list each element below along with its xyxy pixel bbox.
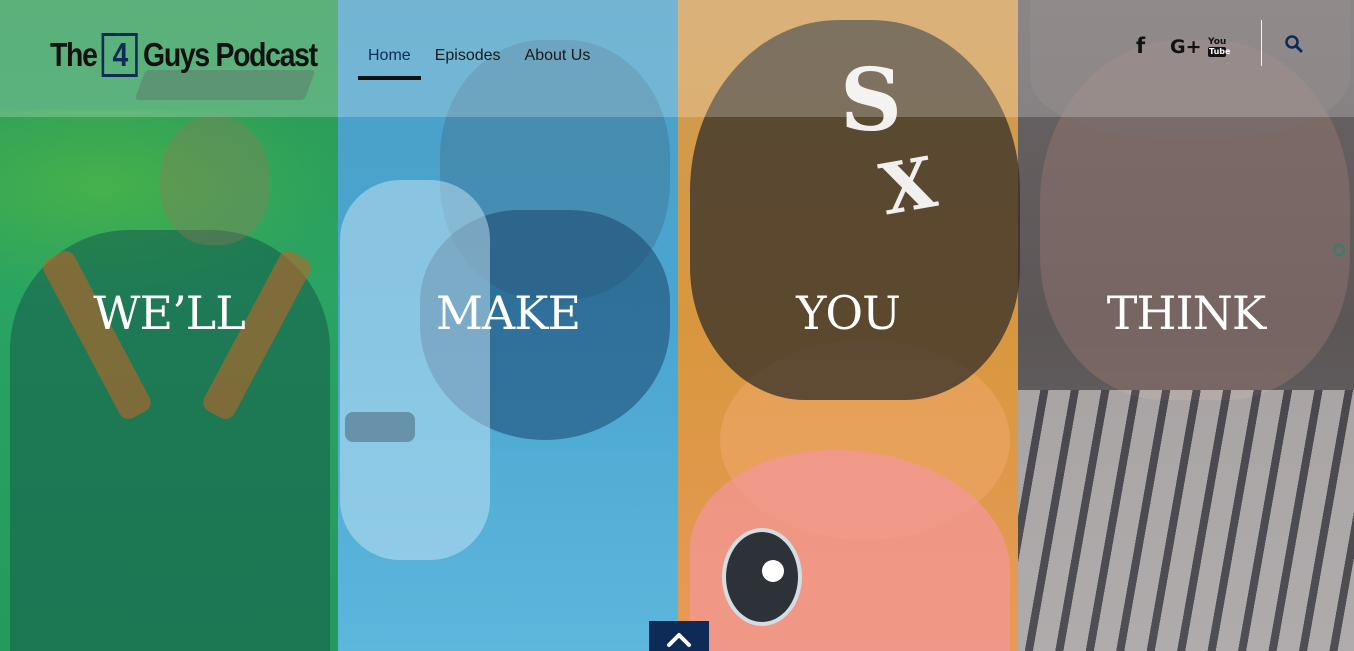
nav-item-episodes[interactable]: Episodes bbox=[425, 46, 511, 80]
photo-striped-shirt bbox=[1018, 390, 1354, 651]
google-plus-icon[interactable]: G+ bbox=[1170, 38, 1202, 57]
youtube-icon[interactable]: You Tube bbox=[1208, 37, 1231, 57]
scroll-to-top-button[interactable] bbox=[649, 621, 709, 651]
hero-word-4: THINK bbox=[1106, 286, 1267, 340]
photo-dog-collar bbox=[345, 412, 415, 442]
main-nav: Home Episodes About Us bbox=[358, 46, 604, 80]
side-indicator-dot[interactable] bbox=[1333, 244, 1345, 256]
nav-item-home[interactable]: Home bbox=[358, 46, 421, 80]
header-divider bbox=[1261, 20, 1262, 66]
hero-word-2: MAKE bbox=[435, 286, 581, 340]
logo-text-guys-podcast: Guys Podcast bbox=[143, 36, 318, 73]
chevron-up-icon bbox=[667, 633, 691, 647]
photo-graduate-head bbox=[160, 115, 270, 245]
hero-word-3: YOU bbox=[796, 286, 901, 340]
logo-number-box: 4 bbox=[101, 33, 138, 77]
youtube-icon-you: You bbox=[1208, 37, 1227, 47]
nav-item-about-us[interactable]: About Us bbox=[515, 46, 601, 80]
logo-text-the: The bbox=[50, 36, 98, 73]
hero-word-1: WE’LL bbox=[93, 286, 246, 340]
page: S X The 4 Guys Podcast Home Episodes Abo… bbox=[0, 0, 1354, 651]
svg-text:X: X bbox=[874, 140, 943, 220]
photo-pony-eye bbox=[722, 528, 802, 626]
youtube-icon-tube: Tube bbox=[1208, 47, 1231, 57]
site-logo[interactable]: The 4 Guys Podcast bbox=[50, 33, 318, 77]
search-icon[interactable] bbox=[1284, 34, 1304, 54]
photo-pony-eye-highlight bbox=[762, 560, 784, 582]
facebook-icon[interactable]: f bbox=[1136, 36, 1145, 57]
photo-dog bbox=[340, 180, 490, 560]
